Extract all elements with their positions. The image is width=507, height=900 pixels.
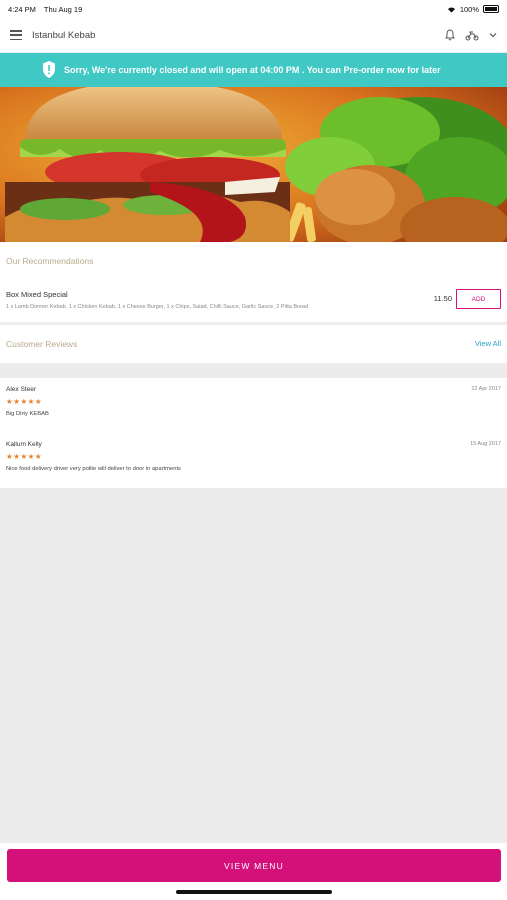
battery-icon — [483, 5, 499, 13]
bell-icon[interactable] — [445, 29, 455, 41]
view-all-link[interactable]: View All — [475, 339, 501, 348]
star-rating: ★★★★★ — [6, 397, 43, 406]
review-date: 22 Apr 2017 — [471, 386, 501, 392]
reviewer-name: Kallum Kelly — [6, 441, 42, 448]
reviews-section-header: Customer Reviews View All — [0, 325, 507, 363]
home-indicator — [176, 890, 332, 894]
nav-bar: Istanbul Kebab — [0, 18, 507, 52]
review-date: 15 Aug 2017 — [470, 441, 501, 447]
battery-percent: 100% — [459, 4, 479, 14]
recommendation-item: Box Mixed Special 1 x Lamb Donner Kebab,… — [0, 278, 507, 322]
review-item: Alex Steer 22 Apr 2017 ★★★★★ Big Dirty K… — [6, 386, 501, 417]
reviewer-name: Alex Steer — [6, 386, 36, 393]
hero-food-image — [0, 87, 507, 242]
wifi-icon — [447, 7, 455, 13]
review-item: Kallum Kelly 15 Aug 2017 ★★★★★ Nice food… — [6, 441, 501, 472]
item-price: 11.50 — [433, 294, 452, 303]
scooter-icon[interactable] — [465, 30, 479, 41]
review-text: Nice food delivery driver very polite wi… — [6, 466, 181, 472]
chevron-down-icon[interactable] — [489, 32, 497, 38]
notice-text: Sorry, We're currently closed and will o… — [64, 65, 441, 75]
reviews-list: Alex Steer 22 Apr 2017 ★★★★★ Big Dirty K… — [0, 378, 507, 488]
review-text: Big Dirty KEBAB — [6, 411, 49, 417]
star-rating: ★★★★★ — [6, 452, 43, 461]
shield-alert-icon — [43, 61, 55, 78]
add-button[interactable]: ADD — [456, 289, 501, 309]
item-name: Box Mixed Special — [6, 290, 68, 299]
item-description: 1 x Lamb Donner Kebab, 1 x Chicken Kebab… — [6, 304, 309, 310]
status-bar: 4:24 PM Thu Aug 19 100% — [0, 0, 507, 18]
closed-notice-banner: Sorry, We're currently closed and will o… — [0, 53, 507, 87]
status-date: Thu Aug 19 — [43, 4, 83, 14]
restaurant-title: Istanbul Kebab — [32, 29, 96, 41]
recommendations-heading: Our Recommendations — [0, 242, 507, 278]
reviews-heading: Customer Reviews — [6, 339, 78, 349]
menu-icon[interactable] — [10, 30, 22, 40]
view-menu-button[interactable]: VIEW MENU — [7, 849, 501, 882]
status-time: 4:24 PM — [8, 4, 36, 14]
